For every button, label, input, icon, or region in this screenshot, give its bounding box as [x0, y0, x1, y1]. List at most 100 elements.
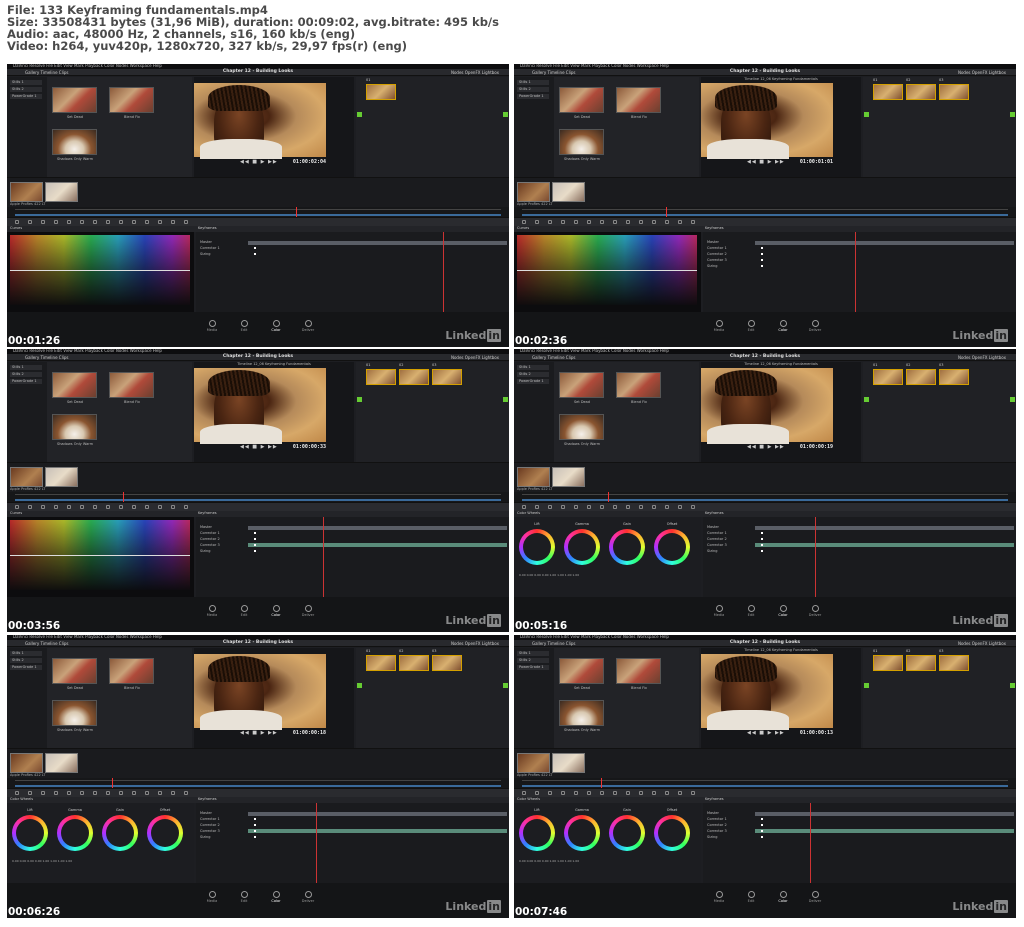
keyframe-marker-icon[interactable]	[761, 830, 763, 832]
color-wheel[interactable]	[519, 529, 555, 565]
keyframe-marker-icon[interactable]	[761, 538, 763, 540]
palette-tool-icon[interactable]	[665, 505, 669, 509]
keyframe-marker-icon[interactable]	[254, 550, 256, 552]
gallery-album[interactable]: Stills 1	[517, 80, 549, 85]
master-keyframe-track[interactable]	[248, 812, 507, 816]
gallery-still[interactable]	[559, 700, 604, 726]
timeline-clip[interactable]	[10, 753, 43, 773]
page-tab-deliver[interactable]: Deliver	[805, 891, 825, 903]
palette-tool-icon[interactable]	[67, 505, 71, 509]
palette-tool-icon[interactable]	[54, 505, 58, 509]
curves-panel[interactable]	[514, 232, 701, 321]
play-icon[interactable]: ◀◀ ■ ▶ ▶▶	[240, 444, 278, 450]
palette-tool-icon[interactable]	[67, 220, 71, 224]
palette-tool-icon[interactable]	[626, 791, 630, 795]
master-keyframe-track[interactable]	[755, 241, 1014, 245]
palette-tool-icon[interactable]	[678, 791, 682, 795]
palette-tool-icon[interactable]	[548, 505, 552, 509]
gallery-album[interactable]: PowerGrade 1	[10, 379, 42, 384]
timeline-playhead[interactable]	[601, 778, 602, 788]
palette-tool-icon[interactable]	[561, 505, 565, 509]
keyframe-track[interactable]	[755, 543, 1014, 547]
timeline-clip[interactable]	[45, 753, 78, 773]
color-wheel[interactable]	[609, 529, 645, 565]
node-input-icon[interactable]	[357, 397, 362, 402]
gallery-still[interactable]	[109, 372, 154, 398]
palette-tool-icon[interactable]	[119, 791, 123, 795]
gallery-still[interactable]	[52, 129, 97, 155]
palette-tool-icon[interactable]	[158, 505, 162, 509]
palette-tool-icon[interactable]	[28, 791, 32, 795]
palette-tool-icon[interactable]	[691, 220, 695, 224]
gallery-still[interactable]	[52, 700, 97, 726]
play-icon[interactable]: ◀◀ ■ ▶ ▶▶	[747, 730, 785, 736]
color-wheel[interactable]	[102, 815, 138, 851]
palette-tool-icon[interactable]	[41, 220, 45, 224]
page-tab-media[interactable]: Media	[709, 320, 729, 332]
palette-tool-icon[interactable]	[678, 220, 682, 224]
timeline-playhead[interactable]	[296, 207, 297, 217]
palette-tool-icon[interactable]	[639, 220, 643, 224]
keyframe-track-label[interactable]: Corrector 1	[200, 246, 220, 250]
mini-timeline[interactable]	[7, 778, 509, 788]
palette-tool-icon[interactable]	[54, 220, 58, 224]
timeline-clip[interactable]	[45, 182, 78, 202]
keyframe-marker-icon[interactable]	[761, 265, 763, 267]
gallery-still[interactable]	[559, 129, 604, 155]
toolbar-right[interactable]: Nodes OpenFX Lightbox	[958, 641, 1006, 646]
palette-tool-icon[interactable]	[80, 505, 84, 509]
keyframe-marker-icon[interactable]	[761, 247, 763, 249]
mini-timeline[interactable]	[514, 492, 1016, 502]
palette-tool-icon[interactable]	[587, 220, 591, 224]
toolbar-right[interactable]: Nodes OpenFX Lightbox	[451, 641, 499, 646]
palette-tool-icon[interactable]	[119, 220, 123, 224]
master-keyframe-track[interactable]	[248, 526, 507, 530]
palette-tool-icon[interactable]	[600, 791, 604, 795]
keyframe-track-label[interactable]: Sizing	[200, 252, 210, 256]
keyframe-track-label[interactable]: Corrector 1	[200, 817, 220, 821]
gallery-still[interactable]	[109, 658, 154, 684]
keyframe-track-label[interactable]: Corrector 1	[707, 531, 727, 535]
toolbar-right[interactable]: Nodes OpenFX Lightbox	[451, 355, 499, 360]
gallery-album[interactable]: PowerGrade 1	[10, 94, 42, 99]
node-input-icon[interactable]	[357, 112, 362, 117]
palette-tool-icon[interactable]	[171, 505, 175, 509]
gallery-still[interactable]	[52, 87, 97, 113]
corrector-node[interactable]	[906, 369, 936, 385]
color-wheel[interactable]	[57, 815, 93, 851]
palette-tool-icon[interactable]	[119, 505, 123, 509]
curves-panel[interactable]	[7, 517, 194, 606]
keyframe-track-label[interactable]: Corrector 1	[707, 246, 727, 250]
palette-tool-icon[interactable]	[158, 220, 162, 224]
corrector-node[interactable]	[873, 369, 903, 385]
corrector-node[interactable]	[399, 369, 429, 385]
gallery-album[interactable]: PowerGrade 1	[517, 379, 549, 384]
keyframe-marker-icon[interactable]	[254, 830, 256, 832]
page-tab-color[interactable]: Color	[266, 605, 286, 617]
mini-timeline[interactable]	[7, 492, 509, 502]
palette-tool-icon[interactable]	[548, 220, 552, 224]
page-tab-edit[interactable]: Edit	[741, 605, 761, 617]
page-tab-deliver[interactable]: Deliver	[805, 320, 825, 332]
timeline-clip[interactable]	[517, 467, 550, 487]
keyframe-playhead[interactable]	[316, 803, 317, 883]
palette-tool-icon[interactable]	[561, 791, 565, 795]
palette-tool-icon[interactable]	[626, 505, 630, 509]
palette-tool-icon[interactable]	[522, 220, 526, 224]
keyframe-track[interactable]	[755, 829, 1014, 833]
gallery-album[interactable]: Stills 2	[10, 372, 42, 377]
keyframe-playhead[interactable]	[855, 232, 856, 312]
palette-tool-icon[interactable]	[652, 505, 656, 509]
color-wheel[interactable]	[12, 815, 48, 851]
keyframe-track-label[interactable]: Master	[707, 811, 719, 815]
keyframe-track-label[interactable]: Corrector 2	[707, 537, 727, 541]
palette-tool-icon[interactable]	[132, 220, 136, 224]
keyframe-marker-icon[interactable]	[254, 253, 256, 255]
keyframe-track-label[interactable]: Master	[707, 240, 719, 244]
gallery-album[interactable]: Stills 2	[517, 658, 549, 663]
timeline-playhead[interactable]	[112, 778, 113, 788]
page-tab-color[interactable]: Color	[266, 320, 286, 332]
curve-line[interactable]	[517, 270, 697, 271]
timeline-clip[interactable]	[552, 753, 585, 773]
timeline-playhead[interactable]	[123, 492, 124, 502]
